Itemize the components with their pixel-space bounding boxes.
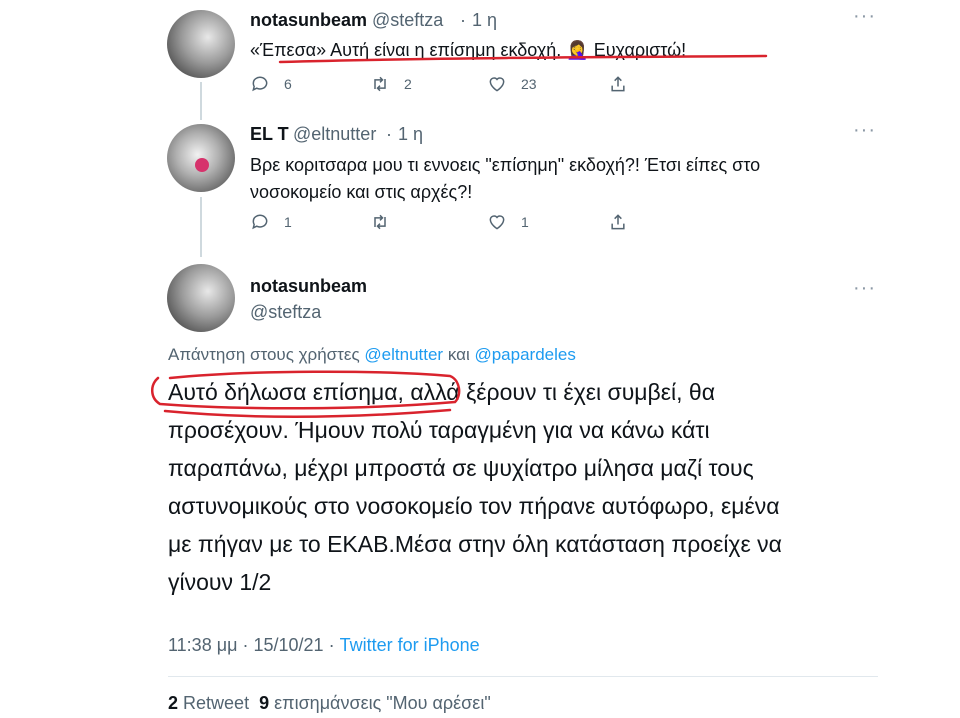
author-name[interactable]: notasunbeam xyxy=(250,276,367,297)
tweet-meta: 11:38 μμ · 15/10/21 · Twitter for iPhone xyxy=(168,635,480,656)
tweet-time[interactable]: 1 η xyxy=(398,124,423,145)
retweet-total: 2 xyxy=(168,693,179,713)
main-tweet-text: Αυτό δήλωσα επίσημα, αλλά ξέρουν τι έχει… xyxy=(168,373,888,601)
reply-context: Απάντηση στους χρήστες @eltnutter και @p… xyxy=(168,345,576,365)
tweet-text-line: προσέχουν. Ήμουν πολύ ταραγμένη για να κ… xyxy=(168,417,710,443)
separator-dot: · xyxy=(328,635,335,655)
mention-link[interactable]: @eltnutter xyxy=(364,345,443,364)
thread-connector xyxy=(200,197,202,257)
avatar[interactable] xyxy=(167,124,235,192)
more-icon[interactable]: ··· xyxy=(853,119,876,142)
tweet-text-line: Βρε κοριτσαρα μου τι εννοεις "επίσημη" ε… xyxy=(250,155,761,175)
author-handle[interactable]: @steftza xyxy=(372,10,443,31)
tweet-text: «Έπεσα» Αυτή είναι η επίσημη εκδοχή. 🤦‍♀… xyxy=(250,40,687,60)
author-name[interactable]: notasunbeam xyxy=(250,10,367,31)
author-handle[interactable]: @eltnutter xyxy=(293,124,376,145)
separator-dot: · xyxy=(242,635,249,655)
share-button[interactable] xyxy=(608,212,628,232)
thread-connector xyxy=(200,82,202,120)
avatar-detail xyxy=(195,158,209,172)
separator-dot: · xyxy=(460,10,466,30)
retweet-label: Retweet xyxy=(183,693,250,713)
tweet-text-line: γίνουν 1/2 xyxy=(168,569,272,595)
like-total: 9 xyxy=(259,693,270,713)
reply-button[interactable]: 6 xyxy=(250,74,292,94)
reply-icon xyxy=(252,214,268,230)
likes-stat[interactable]: 9 επισημάνσεις "Μου αρέσει" xyxy=(259,693,491,713)
share-icon xyxy=(611,214,625,230)
tweet-text-line: παραπάνω, μέχρι μπροστά σε ψυχίατρο μίλη… xyxy=(168,455,754,481)
tweet-text-line: νοσοκομείο και στις αρχές?! xyxy=(250,182,473,202)
share-button[interactable] xyxy=(608,74,628,94)
retweet-button[interactable] xyxy=(370,212,404,232)
reply-prefix: Απάντηση στους χρήστες xyxy=(168,345,360,364)
retweet-icon xyxy=(374,214,386,230)
tweet-thread: notasunbeam @steftza · 1 η ··· «Έπεσα» Α… xyxy=(0,0,960,718)
divider xyxy=(168,676,878,677)
like-label: επισημάνσεις "Μου αρέσει" xyxy=(274,693,491,713)
retweets-stat[interactable]: 2 Retweet xyxy=(168,693,249,713)
tweet-date[interactable]: 15/10/21 xyxy=(253,635,323,655)
retweet-button[interactable]: 2 xyxy=(370,74,412,94)
tweet-text-line: αστυνομικούς στο νοσοκομείο τον πήρανε α… xyxy=(168,493,780,519)
retweet-count: 2 xyxy=(404,76,412,92)
author-handle[interactable]: @steftza xyxy=(250,302,321,323)
tweet-timestamp[interactable]: 11:38 μμ xyxy=(168,635,237,655)
like-button[interactable]: 1 xyxy=(487,212,529,232)
source-link[interactable]: Twitter for iPhone xyxy=(340,635,480,655)
like-count: 23 xyxy=(521,76,537,92)
author-name[interactable]: EL T xyxy=(250,124,289,145)
tweet-text-line: με πήγαν με το ΕΚΑΒ.Μέσα στην όλη κατάστ… xyxy=(168,531,782,557)
tweet-time[interactable]: 1 η xyxy=(472,10,497,31)
mention-link[interactable]: @papardeles xyxy=(474,345,575,364)
avatar[interactable] xyxy=(167,10,235,78)
like-count: 1 xyxy=(521,214,529,230)
like-icon xyxy=(489,215,505,230)
more-icon[interactable]: ··· xyxy=(853,277,876,300)
like-button[interactable]: 23 xyxy=(487,74,537,94)
more-icon[interactable]: ··· xyxy=(853,5,876,28)
like-icon xyxy=(489,77,505,92)
separator-dot: · xyxy=(386,124,392,144)
engagement-stats: 2 Retweet 9 επισημάνσεις "Μου αρέσει" xyxy=(168,693,491,714)
tweet-text-line: Αυτό δήλωσα επίσημα, αλλά ξέρουν τι έχει… xyxy=(168,379,716,405)
retweet-icon xyxy=(374,76,386,92)
reply-conjunction: και xyxy=(447,345,470,364)
reply-button[interactable]: 1 xyxy=(250,212,292,232)
reply-count: 1 xyxy=(284,214,292,230)
share-icon xyxy=(611,76,625,92)
reply-icon xyxy=(252,76,268,92)
reply-count: 6 xyxy=(284,76,292,92)
avatar[interactable] xyxy=(167,264,235,332)
